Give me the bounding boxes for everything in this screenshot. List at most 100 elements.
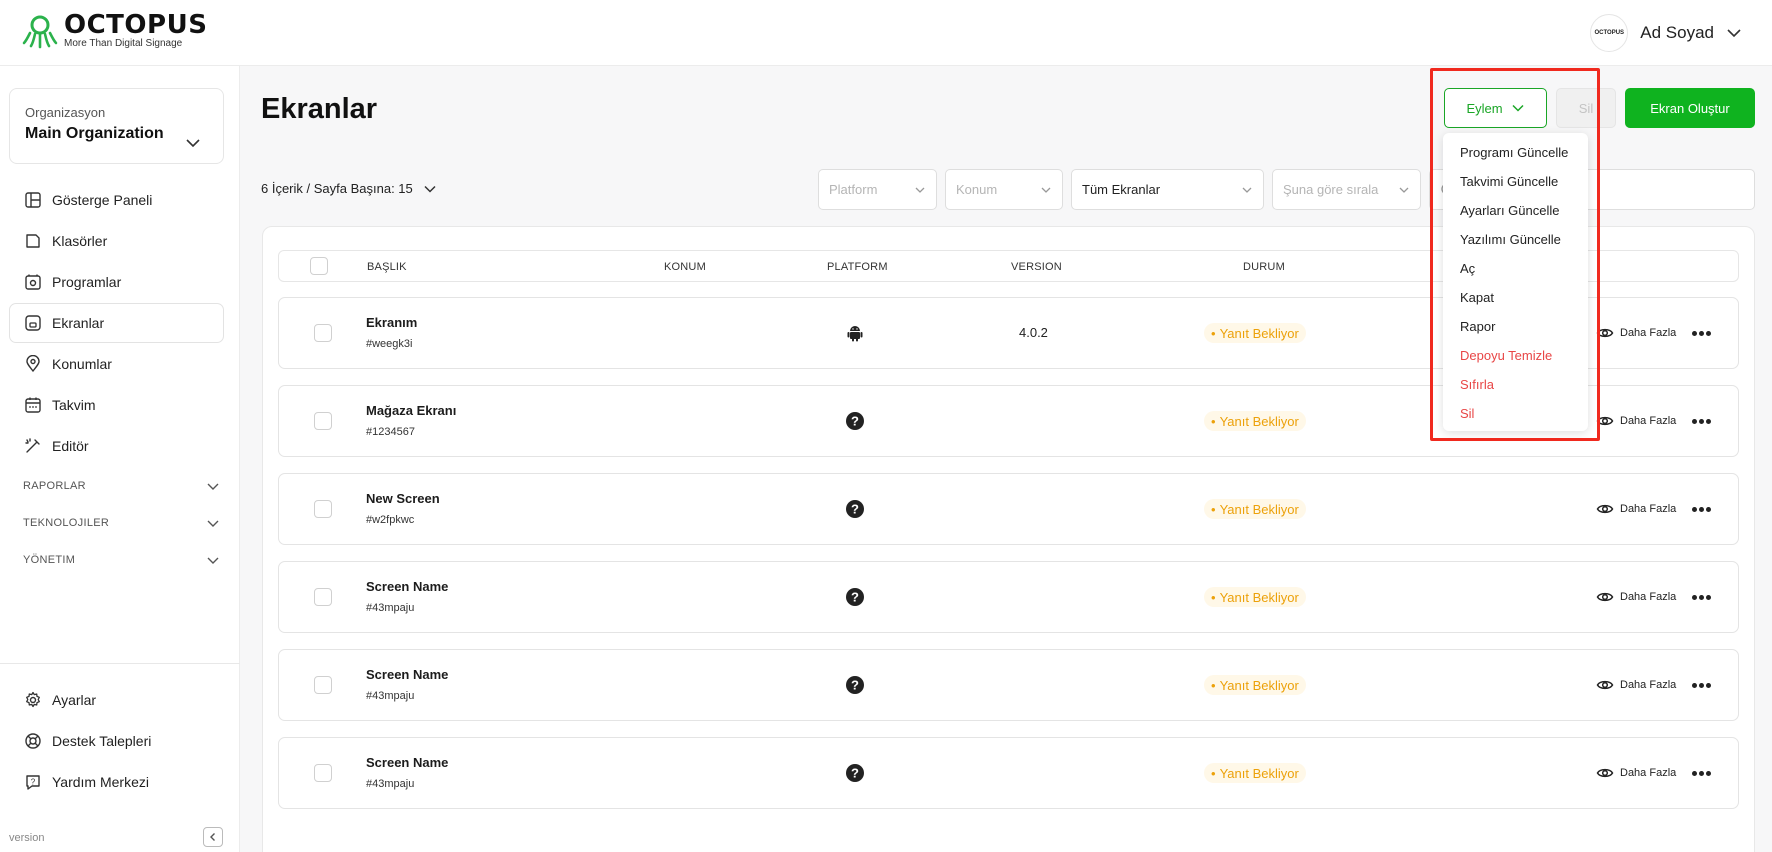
screen-icon <box>25 315 41 331</box>
view-more-button[interactable]: Daha Fazla <box>1596 676 1676 694</box>
status-text: Yanıt Bekliyor <box>1219 501 1299 517</box>
table-row[interactable]: Screen Name #43mpaju ? • Yanıt Bekliyor … <box>278 561 1739 633</box>
row-title: Mağaza Ekranı <box>366 403 457 418</box>
delete-button[interactable]: Sil <box>1556 88 1616 128</box>
location-icon <box>26 355 40 373</box>
sidebar-item-programs[interactable]: Programlar <box>9 262 224 302</box>
platform-filter[interactable]: Platform <box>818 169 937 210</box>
status-text: Yanıt Bekliyor <box>1219 589 1299 605</box>
calendar-icon <box>25 397 41 413</box>
chevron-down-icon <box>207 520 219 527</box>
menu-item-delete[interactable]: Sil <box>1443 399 1588 428</box>
user-menu[interactable]: OCTOPUS Ad Soyad <box>1590 14 1742 52</box>
sidebar-item-label: Konumlar <box>52 356 112 372</box>
sidebar-section-reports[interactable]: RAPORLAR <box>9 467 224 504</box>
menu-item-clear-storage[interactable]: Depoyu Temizle <box>1443 341 1588 370</box>
brand-logo[interactable]: OCTOPUS More Than Digital Signage <box>22 12 207 49</box>
chevron-down-icon <box>1512 104 1524 112</box>
status-text: Yanıt Bekliyor <box>1219 413 1299 429</box>
create-screen-button[interactable]: Ekran Oluştur <box>1625 88 1755 128</box>
sidebar-item-support[interactable]: Destek Talepleri <box>9 721 231 761</box>
row-id: #43mpaju <box>366 602 415 614</box>
eye-icon <box>1596 680 1614 690</box>
menu-item-update-settings[interactable]: Ayarları Güncelle <box>1443 196 1588 225</box>
chevron-left-icon <box>210 833 215 841</box>
organization-selector[interactable]: Organizasyon Main Organization <box>9 88 224 164</box>
more-options-icon[interactable] <box>1692 683 1711 688</box>
sidebar-item-help[interactable]: ? Yardım Merkezi <box>9 762 231 802</box>
row-checkbox[interactable] <box>314 500 332 518</box>
menu-item-open[interactable]: Aç <box>1443 254 1588 283</box>
sidebar-section-technologies[interactable]: TEKNOLOJILER <box>9 504 224 541</box>
menu-item-update-software[interactable]: Yazılımı Güncelle <box>1443 225 1588 254</box>
view-more-button[interactable]: Daha Fazla <box>1596 588 1676 606</box>
brand-tagline: More Than Digital Signage <box>64 38 183 49</box>
menu-item-reset[interactable]: Sıfırla <box>1443 370 1588 399</box>
question-icon: ? <box>846 676 864 694</box>
section-label: YÖNETIM <box>23 553 76 566</box>
sidebar-item-dashboard[interactable]: Gösterge Paneli <box>9 180 224 220</box>
row-id: #43mpaju <box>366 778 415 790</box>
more-options-icon[interactable] <box>1692 331 1711 336</box>
count-text: 6 İçerik / Sayfa Başına: 15 <box>261 181 413 196</box>
sidebar-collapse-button[interactable] <box>203 827 223 847</box>
row-checkbox[interactable] <box>314 324 332 342</box>
location-filter[interactable]: Konum <box>945 169 1063 210</box>
svg-text:?: ? <box>851 502 859 517</box>
action-dropdown-button[interactable]: Eylem <box>1444 88 1547 128</box>
svg-text:?: ? <box>851 590 859 605</box>
status-badge: • Yanıt Bekliyor <box>1204 411 1306 431</box>
sidebar-item-settings[interactable]: Ayarlar <box>9 680 231 720</box>
row-id: #43mpaju <box>366 690 415 702</box>
view-more-button[interactable]: Daha Fazla <box>1596 324 1676 342</box>
chevron-down-icon <box>1242 187 1252 193</box>
help-icon: ? <box>26 775 40 790</box>
menu-item-update-calendar[interactable]: Takvimi Güncelle <box>1443 167 1588 196</box>
row-checkbox[interactable] <box>314 588 332 606</box>
menu-item-report[interactable]: Rapor <box>1443 312 1588 341</box>
row-checkbox[interactable] <box>314 676 332 694</box>
view-more-button[interactable]: Daha Fazla <box>1596 500 1676 518</box>
sort-filter-value: Şuna göre sırala <box>1283 182 1379 197</box>
menu-item-close[interactable]: Kapat <box>1443 283 1588 312</box>
sidebar-item-label: Editör <box>52 438 89 454</box>
eye-icon <box>1596 768 1614 778</box>
more-options-icon[interactable] <box>1692 419 1711 424</box>
table-row[interactable]: Screen Name #43mpaju ? • Yanıt Bekliyor … <box>278 649 1739 721</box>
row-checkbox[interactable] <box>314 764 332 782</box>
sidebar-item-label: Ekranlar <box>52 315 105 331</box>
sidebar-section-management[interactable]: YÖNETIM <box>9 541 224 578</box>
sidebar-item-screens[interactable]: Ekranlar <box>9 303 224 343</box>
editor-icon <box>25 438 40 453</box>
row-checkbox[interactable] <box>314 412 332 430</box>
menu-item-update-program[interactable]: Programı Güncelle <box>1443 138 1588 167</box>
folder-icon <box>26 234 40 248</box>
select-all-checkbox[interactable] <box>310 257 328 275</box>
view-more-label: Daha Fazla <box>1620 415 1677 427</box>
sidebar-nav: Gösterge Paneli Klasörler Programlar Ekr… <box>9 180 224 578</box>
pagination-count[interactable]: 6 İçerik / Sayfa Başına: 15 <box>261 181 437 196</box>
status-badge: • Yanıt Bekliyor <box>1204 587 1306 607</box>
header-status: DURUM <box>1243 261 1285 273</box>
sidebar-item-editor[interactable]: Editör <box>9 426 224 466</box>
question-icon: ? <box>846 764 864 782</box>
screens-filter[interactable]: Tüm Ekranlar <box>1071 169 1264 210</box>
sidebar-item-folders[interactable]: Klasörler <box>9 221 224 261</box>
chevron-down-icon <box>1399 187 1409 193</box>
action-label: Eylem <box>1466 100 1503 116</box>
table-row[interactable]: Screen Name #43mpaju ? • Yanıt Bekliyor … <box>278 737 1739 809</box>
row-id: #weegk3i <box>366 338 413 350</box>
view-more-button[interactable]: Daha Fazla <box>1596 764 1676 782</box>
table-row[interactable]: New Screen #w2fpkwc ? • Yanıt Bekliyor D… <box>278 473 1739 545</box>
sidebar-item-calendar[interactable]: Takvim <box>9 385 224 425</box>
more-options-icon[interactable] <box>1692 771 1711 776</box>
more-options-icon[interactable] <box>1692 595 1711 600</box>
sidebar-item-locations[interactable]: Konumlar <box>9 344 224 384</box>
view-more-button[interactable]: Daha Fazla <box>1596 412 1676 430</box>
more-options-icon[interactable] <box>1692 507 1711 512</box>
sidebar-item-label: Ayarlar <box>52 692 97 708</box>
brand-name: OCTOPUS <box>64 10 208 40</box>
row-title: Ekranım <box>366 315 418 330</box>
sort-filter[interactable]: Şuna göre sırala <box>1272 169 1421 210</box>
android-icon <box>847 326 863 342</box>
